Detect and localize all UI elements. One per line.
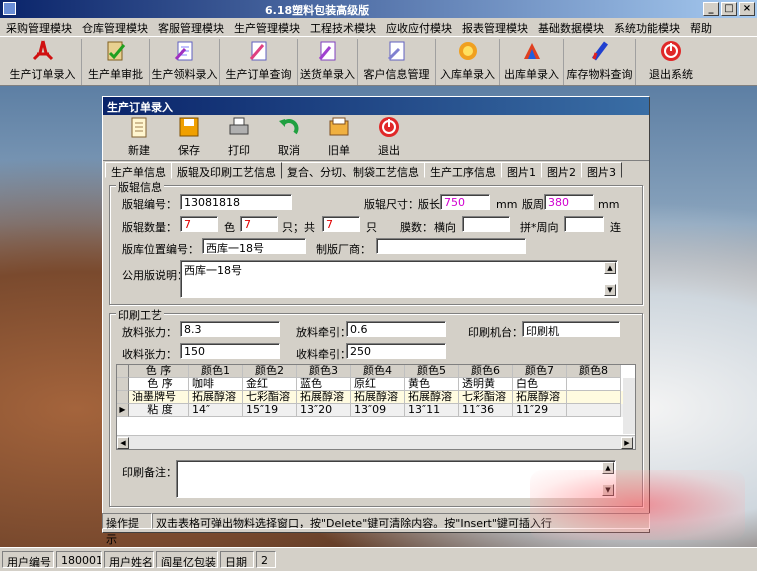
printer-icon: [227, 115, 251, 139]
outbound-icon: [520, 39, 544, 63]
main-toolbar: 生产订单录入 生产单审批 生产领料录入 生产订单查询 送货单录入 客户信息管理 …: [0, 36, 757, 86]
scroll-down-icon[interactable]: ▼: [604, 284, 616, 296]
roller-code-field[interactable]: 13081818: [180, 194, 292, 210]
exit-system-button[interactable]: 退出系统: [636, 39, 706, 85]
maker-field[interactable]: [376, 238, 526, 254]
delivery-icon: [316, 39, 340, 63]
window-toolbar: 新建 保存 打印 取消 旧单 退出: [103, 115, 649, 161]
grid-horizontal-scrollbar[interactable]: ◀ ▶: [117, 435, 635, 449]
menu-item[interactable]: 生产管理模块: [228, 18, 304, 36]
order-query-button[interactable]: 生产订单查询: [220, 39, 298, 85]
machine-field[interactable]: 印刷机: [522, 321, 620, 337]
scroll-right-icon[interactable]: ▶: [621, 437, 633, 449]
tab-strip: 生产单信息 版辊及印刷工艺信息 复合、分切、制袋工艺信息 生产工序信息 图片1 …: [105, 162, 622, 179]
customer-icon: [385, 39, 409, 63]
menu-item[interactable]: 仓库管理模块: [76, 18, 152, 36]
rewind-tension-field[interactable]: 150: [180, 343, 280, 359]
app-title-bar: 6.18塑料包装高级版 _ □ ×: [0, 0, 757, 18]
location-field[interactable]: 西库一18号: [202, 238, 306, 254]
approve-icon: [104, 39, 128, 63]
note-field[interactable]: 西库一18号: [180, 260, 618, 298]
tab-roller-print[interactable]: 版辊及印刷工艺信息: [171, 162, 282, 179]
grid-vertical-scrollbar[interactable]: [623, 378, 635, 434]
total-field[interactable]: 7: [322, 216, 360, 232]
exit-icon: [659, 39, 683, 63]
table-row[interactable]: 油墨牌号 拓展醇溶 七彩酯溶 拓展醇溶 拓展醇溶 拓展醇溶 七彩酯溶 拓展醇溶: [117, 391, 635, 404]
new-icon: [127, 115, 151, 139]
menu-item[interactable]: 客服管理模块: [152, 18, 228, 36]
menu-item[interactable]: 帮助: [684, 18, 716, 36]
inbound-icon: [456, 39, 480, 63]
close-icon[interactable]: ×: [739, 2, 755, 16]
pdf-icon: [31, 39, 55, 63]
menu-item[interactable]: 采购管理模块: [0, 18, 76, 36]
menu-item[interactable]: 报表管理模块: [456, 18, 532, 36]
roller-group: 版辊信息 版辊编号： 13081818 版辊尺寸： 版长 750 mm 版周 3…: [109, 179, 643, 305]
watermark-blur: [530, 470, 745, 540]
cancel-button[interactable]: 取消: [265, 116, 313, 160]
tab-image3[interactable]: 图片3: [581, 162, 622, 179]
menu-item[interactable]: 基础数据模块: [532, 18, 608, 36]
length-field[interactable]: 750: [440, 194, 490, 210]
scroll-left-icon[interactable]: ◀: [117, 437, 129, 449]
app-icon: [3, 2, 16, 15]
app-title: 6.18塑料包装高级版: [265, 4, 370, 17]
approve-button[interactable]: 生产单审批: [82, 39, 150, 85]
scroll-up-icon[interactable]: ▲: [604, 262, 616, 274]
new-button[interactable]: 新建: [115, 116, 163, 160]
save-button[interactable]: 保存: [165, 116, 213, 160]
pick-entry-button[interactable]: 生产领料录入: [150, 39, 220, 85]
stock-icon: [588, 39, 612, 63]
maximize-icon[interactable]: □: [721, 2, 737, 16]
menu-item[interactable]: 系统功能模块: [608, 18, 684, 36]
unwind-pull-field[interactable]: 0.6: [346, 321, 446, 337]
horizontal-field[interactable]: [462, 216, 510, 232]
grid-header: 色 序 颜色1 颜色2 颜色3 颜色4 颜色5 颜色6 颜色7 颜色8: [117, 365, 635, 378]
status-bar: 用户编号 180001 用户姓名 阎星亿包装 日期 2: [0, 547, 757, 571]
minimize-icon[interactable]: _: [703, 2, 719, 16]
delivery-entry-button[interactable]: 送货单录入: [298, 39, 358, 85]
folder-icon: [327, 115, 351, 139]
save-icon: [177, 115, 201, 139]
tab-image1[interactable]: 图片1: [501, 162, 542, 179]
tab-process[interactable]: 生产工序信息: [424, 162, 502, 179]
query-icon: [247, 39, 271, 63]
old-order-button[interactable]: 旧单: [315, 116, 363, 160]
power-icon: [377, 115, 401, 139]
color-qty-field[interactable]: 7: [240, 216, 278, 232]
table-row[interactable]: ▶ 粘 度 14″ 15″19 13″20 13″09 13″11 11″36 …: [117, 404, 635, 417]
rewind-pull-field[interactable]: 250: [346, 343, 446, 359]
order-entry-button[interactable]: 生产订单录入: [4, 39, 82, 85]
row-pointer-icon: ▶: [117, 404, 129, 417]
tab-order-info[interactable]: 生产单信息: [105, 162, 172, 179]
print-button[interactable]: 打印: [215, 116, 263, 160]
undo-icon: [277, 115, 301, 139]
tab-laminate[interactable]: 复合、分切、制袋工艺信息: [281, 162, 425, 179]
order-entry-window: 生产订单录入 新建 保存 打印 取消 旧单 退出 生产单信息 版辊及印刷工艺信息…: [102, 96, 650, 533]
inbound-button[interactable]: 入库单录入: [436, 39, 500, 85]
width-field[interactable]: 380: [544, 194, 594, 210]
pick-icon: [173, 39, 197, 63]
circum-field[interactable]: [564, 216, 604, 232]
exit-button[interactable]: 退出: [365, 116, 413, 160]
unwind-tension-field[interactable]: 8.3: [180, 321, 280, 337]
outbound-button[interactable]: 出库单录入: [500, 39, 564, 85]
customer-button[interactable]: 客户信息管理: [358, 39, 436, 85]
qty-field[interactable]: 7: [180, 216, 218, 232]
menu-bar: 采购管理模块 仓库管理模块 客服管理模块 生产管理模块 工程技术模块 应收应付模…: [0, 18, 757, 36]
table-row[interactable]: 色 序 咖啡 金红 蓝色 原红 黄色 透明黄 白色: [117, 378, 635, 391]
window-title: 生产订单录入: [103, 97, 649, 115]
tab-image2[interactable]: 图片2: [541, 162, 582, 179]
menu-item[interactable]: 工程技术模块: [304, 18, 380, 36]
stock-query-button[interactable]: 库存物料查询: [564, 39, 636, 85]
menu-item[interactable]: 应收应付模块: [380, 18, 456, 36]
color-grid[interactable]: 色 序 颜色1 颜色2 颜色3 颜色4 颜色5 颜色6 颜色7 颜色8 色 序 …: [116, 364, 636, 450]
